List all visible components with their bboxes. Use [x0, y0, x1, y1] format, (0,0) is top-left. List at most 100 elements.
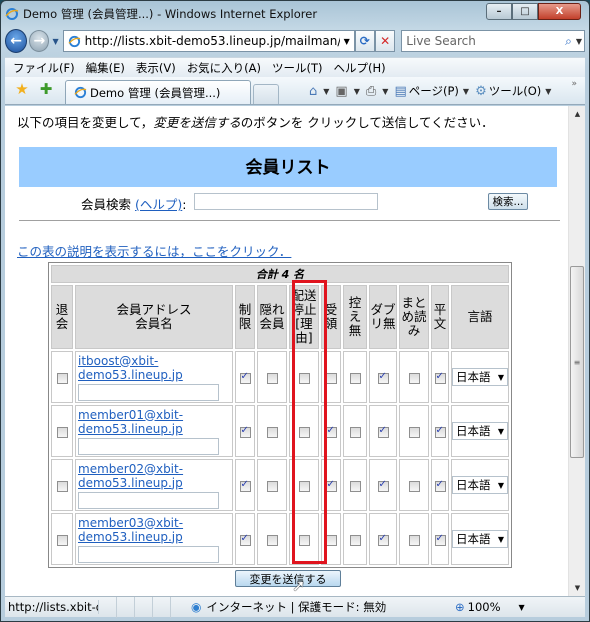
language-select[interactable]: 日本語 ▼: [452, 476, 508, 494]
home-icon[interactable]: ⌂: [309, 84, 317, 99]
security-zone[interactable]: ◉ インターネット | 保護モード: 無効: [191, 599, 431, 615]
nodupes-checkbox[interactable]: [377, 479, 389, 492]
tab-active[interactable]: Demo 管理 (会員管理...): [65, 80, 251, 104]
digest-checkbox[interactable]: [408, 426, 420, 438]
back-button[interactable]: ←: [5, 29, 28, 53]
digest-checkbox[interactable]: [408, 480, 420, 492]
unsub-checkbox[interactable]: [56, 426, 68, 438]
plain-checkbox[interactable]: [434, 425, 446, 438]
member-address-link[interactable]: itboost@xbit-demo53.lineup.jp: [78, 354, 230, 382]
language-select[interactable]: 日本語 ▼: [452, 530, 508, 548]
member-name-input[interactable]: [78, 491, 219, 509]
search-placeholder[interactable]: Live Search: [406, 34, 565, 48]
moderated-checkbox[interactable]: [239, 479, 251, 492]
notmetoo-checkbox[interactable]: [349, 372, 361, 384]
scrollbar-thumb[interactable]: ≡: [570, 266, 584, 458]
unsub-checkbox[interactable]: [56, 480, 68, 492]
search-icon[interactable]: ⌕: [565, 34, 572, 49]
hidden-checkbox[interactable]: [266, 480, 278, 492]
favorites-star-icon[interactable]: ★: [13, 80, 31, 98]
refresh-button[interactable]: ⟳: [354, 30, 375, 52]
print-icon[interactable]: ⎙: [366, 84, 376, 99]
forward-button[interactable]: →: [29, 30, 50, 52]
menu-tools[interactable]: ツール(T): [272, 60, 323, 76]
window-title: Demo 管理 (会員管理...) - Windows Internet Exp…: [23, 7, 318, 21]
search-box[interactable]: Live Search ⌕ ▼: [401, 30, 586, 52]
unsub-checkbox[interactable]: [56, 372, 68, 384]
nodupes-checkbox[interactable]: [377, 533, 389, 546]
menu-view[interactable]: 表示(V): [136, 60, 176, 76]
menu-favorites[interactable]: お気に入り(A): [187, 60, 261, 76]
home-dropdown-icon[interactable]: ▼: [323, 87, 329, 96]
ack-checkbox[interactable]: [325, 534, 337, 546]
cell-hidden: [257, 351, 287, 403]
notmetoo-checkbox[interactable]: [349, 480, 361, 492]
member-address-link[interactable]: member02@xbit-demo53.lineup.jp: [78, 462, 230, 490]
address-url[interactable]: http://lists.xbit-demo53.lineup.jp/mailm…: [85, 34, 340, 48]
member-search-input[interactable]: [194, 193, 378, 210]
plain-checkbox[interactable]: [434, 533, 446, 546]
menu-help[interactable]: ヘルプ(H): [334, 60, 386, 76]
scroll-up-icon[interactable]: ▲: [569, 106, 585, 122]
print-dropdown-icon[interactable]: ▼: [382, 87, 388, 96]
column-header-moderated: 制限: [235, 285, 255, 349]
vertical-scrollbar[interactable]: ▲ ≡ ▼: [568, 106, 585, 596]
toolbar-overflow-icon[interactable]: »: [571, 79, 577, 89]
ack-checkbox[interactable]: [325, 425, 337, 438]
member-address-link[interactable]: member01@xbit-demo53.lineup.jp: [78, 408, 230, 436]
moderated-checkbox[interactable]: [239, 425, 251, 438]
stop-button[interactable]: ✕: [374, 30, 396, 52]
nomail-checkbox[interactable]: [298, 534, 310, 546]
nomail-checkbox[interactable]: [298, 480, 310, 492]
search-help-link[interactable]: (ヘルプ): [135, 197, 182, 212]
moderated-checkbox[interactable]: [239, 371, 251, 384]
close-button[interactable]: X: [538, 3, 581, 20]
unsub-checkbox[interactable]: [56, 534, 68, 546]
notmetoo-checkbox[interactable]: [349, 426, 361, 438]
submit-changes-button[interactable]: 変更を送信する: [235, 570, 341, 587]
tab-title: Demo 管理 (会員管理...): [90, 85, 221, 100]
history-dropdown-icon[interactable]: ▼: [52, 37, 58, 46]
member-name-input[interactable]: [78, 383, 219, 401]
hidden-checkbox[interactable]: [266, 426, 278, 438]
zoom-dropdown-icon[interactable]: ▼: [519, 603, 525, 612]
menu-file[interactable]: ファイル(F): [13, 60, 75, 76]
address-bar[interactable]: http://lists.xbit-demo53.lineup.jp/mailm…: [62, 30, 355, 52]
member-name-input[interactable]: [78, 437, 219, 455]
member-name-input[interactable]: [78, 545, 219, 563]
maximize-button[interactable]: □: [512, 3, 538, 20]
digest-checkbox[interactable]: [408, 372, 420, 384]
globe-icon: ◉: [191, 600, 202, 614]
plain-checkbox[interactable]: [434, 371, 446, 384]
nodupes-checkbox[interactable]: [377, 371, 389, 384]
table-help-link[interactable]: この表の説明を表示するには，ここをクリック．: [17, 241, 291, 260]
nodupes-checkbox[interactable]: [377, 425, 389, 438]
notmetoo-checkbox[interactable]: [349, 534, 361, 546]
feeds-dropdown-icon[interactable]: ▼: [354, 87, 360, 96]
scroll-down-icon[interactable]: ▼: [569, 580, 585, 596]
add-favorite-icon[interactable]: ✚: [37, 80, 55, 98]
nomail-checkbox[interactable]: [298, 372, 310, 384]
tools-menu[interactable]: ⚙ ツール(O) ▼: [475, 83, 551, 99]
feeds-icon[interactable]: ▣: [335, 84, 347, 99]
zoom-level[interactable]: ⊕ 100% ▼: [455, 600, 525, 614]
menu-edit[interactable]: 編集(E): [86, 60, 125, 76]
new-tab-button[interactable]: [253, 84, 279, 104]
member-search-button[interactable]: 検索...: [488, 193, 528, 210]
plain-checkbox[interactable]: [434, 479, 446, 492]
hidden-checkbox[interactable]: [266, 372, 278, 384]
cell-nomail: [289, 351, 319, 403]
digest-checkbox[interactable]: [408, 534, 420, 546]
search-dropdown-icon[interactable]: ▼: [576, 37, 582, 46]
page-menu[interactable]: ▤ ページ(P) ▼: [394, 83, 469, 99]
nomail-checkbox[interactable]: [298, 426, 310, 438]
language-select[interactable]: 日本語 ▼: [452, 422, 508, 440]
member-address-link[interactable]: member03@xbit-demo53.lineup.jp: [78, 516, 230, 544]
ack-checkbox[interactable]: [325, 372, 337, 384]
minimize-button[interactable]: –: [486, 3, 512, 20]
language-select[interactable]: 日本語 ▼: [452, 368, 508, 386]
moderated-checkbox[interactable]: [239, 533, 251, 546]
ack-checkbox[interactable]: [325, 479, 337, 492]
address-dropdown-icon[interactable]: ▼: [340, 37, 354, 46]
hidden-checkbox[interactable]: [266, 534, 278, 546]
